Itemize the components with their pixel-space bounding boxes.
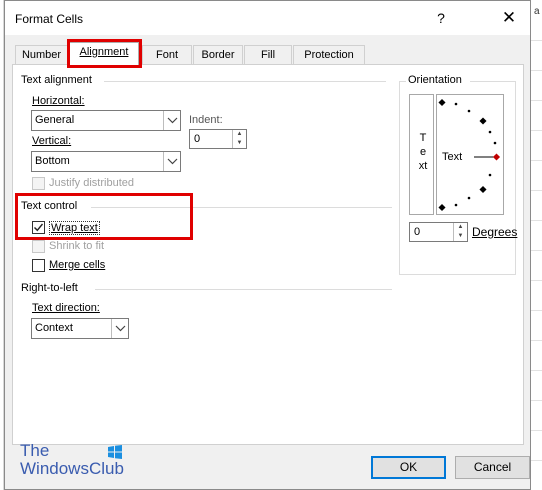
tab-number[interactable]: Number	[15, 45, 68, 65]
indent-label: Indent:	[189, 114, 223, 126]
justify-distributed-checkbox[interactable]	[32, 177, 45, 190]
horizontal-dropdown-button[interactable]	[163, 111, 180, 130]
text-direction-dropdown-button[interactable]	[111, 319, 128, 338]
vertical-select[interactable]: Bottom	[31, 151, 181, 172]
vertical-text-box[interactable]: Text	[409, 94, 434, 215]
help-button[interactable]: ?	[431, 8, 451, 28]
tab-border[interactable]: Border	[193, 45, 243, 65]
degrees-value: 0	[414, 226, 421, 238]
highlight-alignment-tab	[67, 39, 142, 68]
orientation-frame-top-right	[470, 81, 516, 82]
spreadsheet-edge-right: a	[530, 0, 542, 490]
shrink-to-fit-checkbox[interactable]	[32, 240, 45, 253]
cancel-button[interactable]: Cancel	[455, 456, 530, 479]
shrink-to-fit-label: Shrink to fit	[49, 240, 105, 252]
group-divider	[95, 289, 392, 290]
justify-distributed-label: Justify distributed	[49, 177, 134, 189]
degrees-spin-arrows[interactable]: ▲ ▼	[453, 223, 467, 241]
group-divider	[104, 81, 386, 82]
orientation-frame-right	[515, 81, 516, 275]
vertical-label: Vertical:	[32, 135, 72, 147]
orientation-frame-bottom	[399, 274, 516, 275]
highlight-text-control	[15, 193, 193, 240]
close-button[interactable]: ✕	[497, 8, 521, 28]
logo-line1: The	[20, 441, 50, 460]
indent-spinner[interactable]: 0 ▲ ▼	[189, 129, 247, 149]
spin-up-icon[interactable]: ▲	[454, 223, 467, 232]
orientation-frame-left	[399, 81, 400, 275]
merge-cells-label: Merge cells	[49, 259, 106, 271]
text-direction-select[interactable]: Context	[31, 318, 129, 339]
degrees-spinner[interactable]: 0 ▲ ▼	[409, 222, 468, 242]
text-alignment-group-title: Text alignment	[21, 74, 92, 86]
dialog-title: Format Cells	[15, 12, 84, 26]
vertical-text: Text	[418, 132, 428, 172]
vertical-value: Bottom	[35, 155, 70, 167]
vertical-dropdown-button[interactable]	[163, 152, 180, 171]
spin-up-icon[interactable]: ▲	[233, 130, 246, 139]
indent-spin-arrows[interactable]: ▲ ▼	[232, 130, 246, 148]
logo-line2: WindowsClub	[20, 459, 124, 478]
format-cells-dialog: Format Cells ? ✕ Number Alignment Font B…	[4, 0, 531, 490]
chevron-down-icon	[167, 158, 178, 165]
horizontal-select[interactable]: General	[31, 110, 181, 131]
degrees-label: Degrees	[472, 225, 518, 239]
title-bar: Format Cells ? ✕	[5, 1, 530, 35]
windows-logo-icon	[108, 445, 122, 459]
chevron-down-icon	[167, 117, 178, 124]
indent-value: 0	[194, 133, 201, 145]
orientation-group-title: Orientation	[406, 74, 464, 86]
horizontal-value: General	[35, 114, 75, 126]
tab-fill[interactable]: Fill	[244, 45, 292, 65]
dial-text: Text	[442, 151, 463, 163]
column-letter: a	[534, 6, 540, 17]
tab-font[interactable]: Font	[142, 45, 192, 65]
spin-down-icon[interactable]: ▼	[233, 139, 246, 148]
orientation-dial[interactable]: Text	[436, 94, 504, 215]
chevron-down-icon	[115, 325, 126, 332]
text-direction-value: Context	[35, 322, 73, 334]
merge-cells-checkbox[interactable]	[32, 259, 45, 272]
alignment-panel: Text alignment Horizontal: General Inden…	[12, 64, 524, 445]
text-direction-label: Text direction:	[32, 302, 100, 314]
spin-down-icon[interactable]: ▼	[454, 232, 467, 241]
ok-button[interactable]: OK	[371, 456, 446, 479]
right-to-left-group-title: Right-to-left	[21, 282, 78, 294]
horizontal-label: Horizontal:	[32, 95, 85, 107]
tab-protection[interactable]: Protection	[293, 45, 365, 65]
